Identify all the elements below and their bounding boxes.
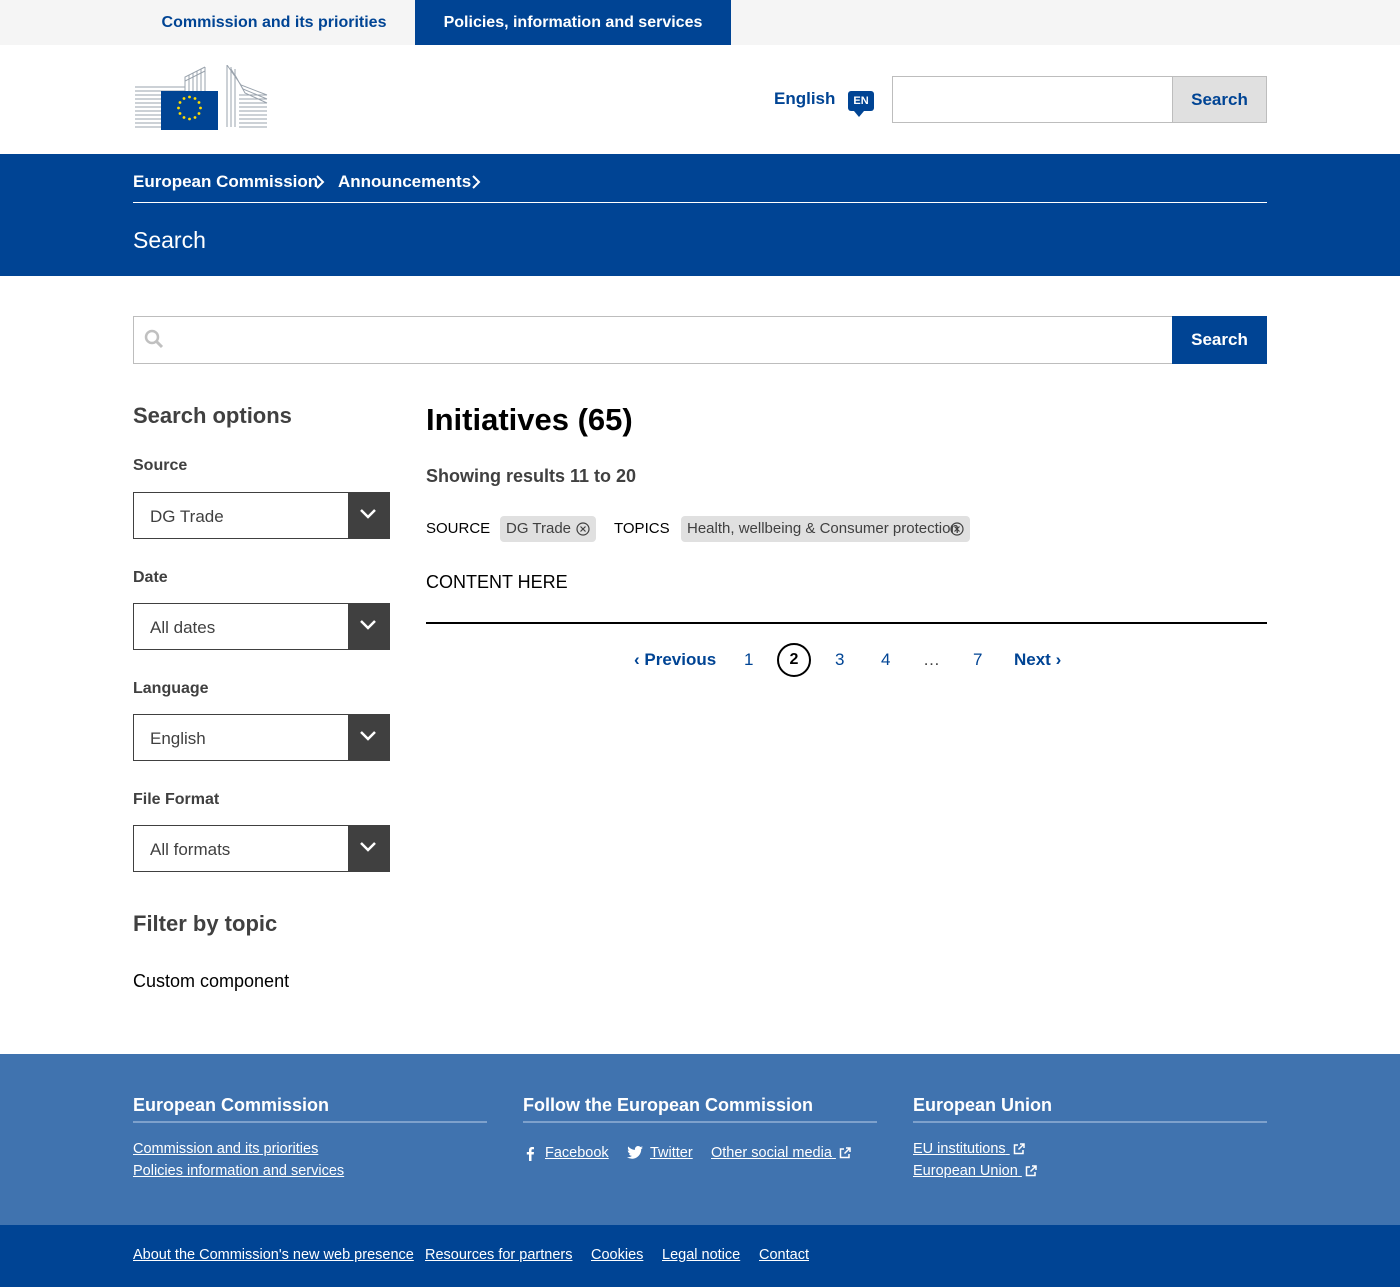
- results-divider: [426, 622, 1267, 624]
- date-select-value: All dates: [150, 618, 216, 637]
- header-search-button[interactable]: Search: [1172, 76, 1267, 123]
- language-select[interactable]: English: [133, 714, 390, 761]
- chevron-down-icon: [348, 604, 389, 649]
- date-select[interactable]: All dates: [133, 603, 390, 650]
- source-chip-label: DG Trade: [506, 520, 572, 537]
- search-icon: [144, 329, 164, 349]
- top-navigation: Commission and its priorities Policies, …: [0, 0, 1400, 52]
- footer-col-title-commission: European Commission: [133, 1095, 330, 1115]
- results-title: Initiatives (65): [426, 402, 633, 437]
- main-search-button[interactable]: Search: [1172, 316, 1267, 364]
- footer-link-cookies[interactable]: Cookies: [591, 1247, 643, 1263]
- footer-col-title-eu: European Union: [913, 1095, 1052, 1115]
- twitter-icon: [627, 1146, 643, 1159]
- footer-link-legal-notice[interactable]: Legal notice: [662, 1247, 740, 1263]
- custom-component: Custom component: [133, 971, 290, 991]
- chevron-down-icon: [348, 826, 389, 871]
- footer-col-title-follow: Follow the European Commission: [523, 1095, 814, 1115]
- footer-link-policies-services[interactable]: Policies information and services: [133, 1163, 344, 1179]
- breadcrumb-european-commission[interactable]: European Commission: [133, 172, 318, 192]
- footer-link-eu-institutions[interactable]: EU institutions: [913, 1141, 1025, 1157]
- file-format-select[interactable]: All formats: [133, 825, 390, 872]
- footer-link-new-web-presence[interactable]: About the Commission's new web presence: [133, 1247, 414, 1263]
- chevron-down-icon: [348, 715, 389, 760]
- external-link-icon: [1025, 1165, 1037, 1177]
- tab-policies-information-services[interactable]: Policies, information and services: [415, 0, 731, 52]
- date-filter-label: Date: [133, 569, 168, 586]
- active-filter-source-label: SOURCE: [426, 520, 491, 537]
- external-link-icon: [839, 1147, 851, 1159]
- tab-commission-priorities[interactable]: Commission and its priorities: [133, 0, 415, 45]
- external-link-icon: [1013, 1143, 1025, 1155]
- remove-filter-icon[interactable]: [576, 522, 590, 536]
- pagination-previous[interactable]: ‹ Previous: [634, 650, 716, 670]
- footer-link-other-social-media[interactable]: Other social media: [711, 1145, 851, 1161]
- page-header-band: European Commission Announcements Search: [0, 154, 1400, 276]
- results-count-text: Showing results 11 to 20: [426, 466, 637, 486]
- pagination-page-last[interactable]: 7: [973, 650, 982, 670]
- header-search-input[interactable]: [892, 76, 1173, 123]
- main-search-input[interactable]: [133, 316, 1173, 364]
- page-title: Search: [133, 227, 206, 253]
- european-union-label: European Union: [913, 1163, 1018, 1179]
- chevron-right-icon: [472, 175, 481, 189]
- footer-link-resources-partners[interactable]: Resources for partners: [425, 1247, 572, 1263]
- active-filter-topics-label: TOPICS: [614, 520, 670, 537]
- file-format-select-value: All formats: [150, 840, 231, 859]
- remove-filter-icon[interactable]: [950, 522, 964, 536]
- source-filter-chip[interactable]: DG Trade: [500, 516, 596, 542]
- footer-link-twitter[interactable]: Twitter: [650, 1145, 693, 1161]
- pagination-page-4[interactable]: 4: [881, 650, 890, 670]
- footer-link-european-union[interactable]: European Union: [913, 1163, 1037, 1179]
- breadcrumb-announcements[interactable]: Announcements: [338, 172, 471, 192]
- site-footer: European Commission Commission and its p…: [0, 1054, 1400, 1225]
- topics-filter-chip[interactable]: Health, wellbeing & Consumer protection: [681, 516, 970, 542]
- breadcrumb-divider: [133, 202, 1267, 203]
- footer-col-divider: [913, 1121, 1267, 1123]
- source-select[interactable]: DG Trade: [133, 492, 390, 539]
- chevron-right-icon: [316, 175, 325, 189]
- filter-by-topic-title: Filter by topic: [133, 911, 278, 936]
- pagination-page-3[interactable]: 3: [835, 650, 844, 670]
- footer-bottom-bar: About the Commission's new web presence …: [0, 1225, 1400, 1287]
- pagination-page-1[interactable]: 1: [744, 650, 753, 670]
- footer-link-commission-priorities[interactable]: Commission and its priorities: [133, 1141, 318, 1157]
- eu-institutions-label: EU institutions: [913, 1141, 1006, 1157]
- other-social-media-label: Other social media: [711, 1145, 832, 1161]
- topics-chip-label: Health, wellbeing & Consumer protection: [687, 520, 959, 537]
- file-format-filter-label: File Format: [133, 791, 220, 808]
- footer-link-contact[interactable]: Contact: [759, 1247, 809, 1263]
- footer-col-divider: [523, 1121, 877, 1123]
- european-commission-logo[interactable]: [133, 65, 268, 131]
- footer-col-divider: [133, 1121, 487, 1123]
- pagination-next[interactable]: Next ›: [1014, 650, 1061, 670]
- language-select-value: English: [150, 729, 206, 748]
- search-options-title: Search options: [133, 403, 292, 428]
- pagination-current-page: 2: [777, 643, 811, 677]
- facebook-icon: [526, 1147, 534, 1161]
- site-header: English EN Search: [0, 45, 1400, 154]
- language-filter-label: Language: [133, 680, 209, 697]
- language-code-badge[interactable]: EN: [848, 91, 874, 117]
- footer-link-facebook[interactable]: Facebook: [545, 1145, 609, 1161]
- pagination-ellipsis: …: [923, 650, 940, 669]
- language-selector[interactable]: English: [774, 89, 835, 109]
- source-filter-label: Source: [133, 457, 188, 474]
- chevron-down-icon: [348, 493, 389, 538]
- source-select-value: DG Trade: [150, 507, 224, 526]
- results-content-placeholder: CONTENT HERE: [426, 572, 568, 592]
